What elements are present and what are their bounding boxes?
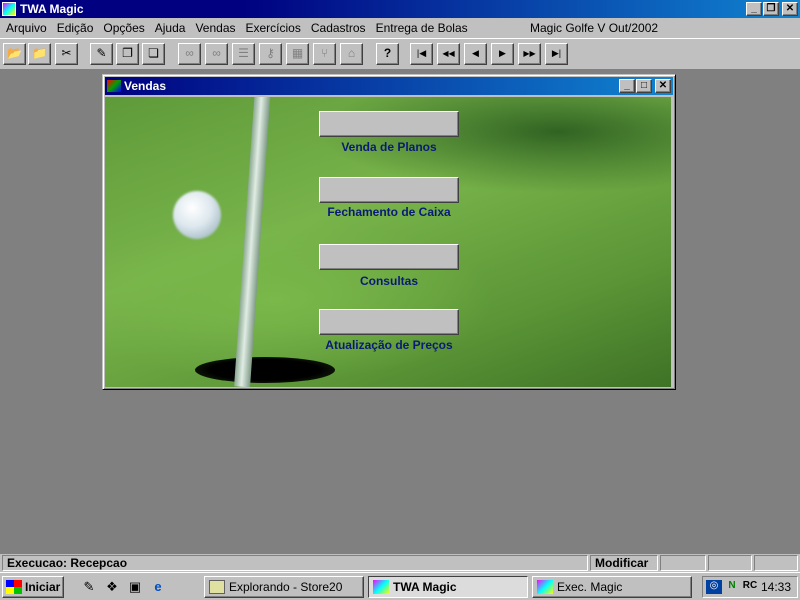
menu-bar: Arquivo Edição Opções Ajuda Vendas Exerc… xyxy=(0,18,800,38)
fechamento-de-caixa-button[interactable] xyxy=(319,177,459,203)
grid-icon[interactable]: ▦ xyxy=(286,43,309,65)
minimize-button[interactable]: _ xyxy=(746,2,762,16)
quick-launch-ie-icon[interactable]: e xyxy=(149,578,167,596)
menu-exercicios[interactable]: Exercícios xyxy=(246,21,301,35)
main-title-bar[interactable]: TWA Magic _ ❐ ✕ xyxy=(0,0,800,18)
consultas-button[interactable] xyxy=(319,244,459,270)
taskbar: Iniciar ✎ ❖ ▣ e Explorando - Store20 TWA… xyxy=(0,572,800,600)
menu-edicao[interactable]: Edição xyxy=(57,21,94,35)
windows-logo-icon xyxy=(6,580,22,594)
toolbar: 📂 📁 ✂ ✎ ❐ ❏ ∞ ∞ ☰ ⚷ ▦ ⑂ ⌂ ? |◀ ◀◀ ◀ ▶ ▶▶… xyxy=(0,38,800,70)
status-action: Modificar xyxy=(590,555,658,571)
quick-launch-notepad-icon[interactable]: ✎ xyxy=(80,578,98,596)
status-mode: Execucao: Recepcao xyxy=(2,555,588,571)
edit-icon[interactable]: ✎ xyxy=(90,43,113,65)
vendas-window: Vendas _ □ ✕ Venda de Planos Fechamento … xyxy=(102,74,676,390)
child-maximize-button[interactable]: □ xyxy=(636,79,652,93)
prev-page-icon[interactable]: ◀◀ xyxy=(437,43,460,65)
menu-ajuda[interactable]: Ajuda xyxy=(155,21,186,35)
task-label: Explorando - Store20 xyxy=(229,580,343,594)
start-label: Iniciar xyxy=(25,580,61,594)
golf-ball xyxy=(173,191,221,239)
app-title: TWA Magic xyxy=(20,2,84,16)
copy-icon[interactable]: ❐ xyxy=(116,43,139,65)
open-folder-icon[interactable]: 📂 xyxy=(3,43,26,65)
key-icon[interactable]: ⚷ xyxy=(259,43,282,65)
branch-icon[interactable]: ⑂ xyxy=(313,43,336,65)
child-minimize-button[interactable]: _ xyxy=(619,79,635,93)
child-close-button[interactable]: ✕ xyxy=(655,79,671,93)
atualizacao-de-precos-label: Atualização de Preços xyxy=(325,338,453,352)
golf-background-image: Venda de Planos Fechamento de Caixa Cons… xyxy=(105,97,671,387)
tray-n-icon[interactable]: N xyxy=(724,580,740,594)
clock: 14:33 xyxy=(760,580,791,594)
status-panel-3 xyxy=(660,555,706,571)
prev-record-icon[interactable]: ◀ xyxy=(464,43,487,65)
menu-opcoes[interactable]: Opções xyxy=(103,21,144,35)
task-label: Exec. Magic xyxy=(557,580,623,594)
golf-hole xyxy=(195,357,335,383)
twa-magic-icon xyxy=(373,580,389,594)
venda-de-planos-label: Venda de Planos xyxy=(341,140,437,154)
quick-launch-channel-icon[interactable]: ❖ xyxy=(103,578,121,596)
menu-entrega-de-bolas[interactable]: Entrega de Bolas xyxy=(376,21,468,35)
help-icon[interactable]: ? xyxy=(376,43,399,65)
binoculars-icon[interactable]: ∞ xyxy=(178,43,201,65)
quick-launch-desktop-icon[interactable]: ▣ xyxy=(126,578,144,596)
vendas-title: Vendas xyxy=(124,79,167,93)
task-explorando[interactable]: Explorando - Store20 xyxy=(204,576,364,598)
start-button[interactable]: Iniciar xyxy=(2,576,64,598)
menu-arquivo[interactable]: Arquivo xyxy=(6,21,47,35)
restore-button[interactable]: ❐ xyxy=(763,2,779,16)
tray-rc-icon[interactable]: RC xyxy=(742,580,758,594)
consultas-label: Consultas xyxy=(359,274,418,288)
explorer-icon xyxy=(209,580,225,594)
first-record-icon[interactable]: |◀ xyxy=(410,43,433,65)
last-record-icon[interactable]: ▶| xyxy=(545,43,568,65)
open-file-icon[interactable]: 📁 xyxy=(28,43,51,65)
exec-magic-icon xyxy=(537,580,553,594)
atualizacao-de-precos-button[interactable] xyxy=(319,309,459,335)
pages-icon[interactable]: ❏ xyxy=(142,43,165,65)
status-bar: Execucao: Recepcao Modificar xyxy=(0,554,800,572)
version-label: Magic Golfe V Out/2002 xyxy=(530,21,659,35)
fechamento-de-caixa-label: Fechamento de Caixa xyxy=(327,205,451,219)
task-exec-magic[interactable]: Exec. Magic xyxy=(532,576,692,598)
status-panel-4 xyxy=(708,555,752,571)
next-page-icon[interactable]: ▶▶ xyxy=(518,43,541,65)
list-icon[interactable]: ☰ xyxy=(232,43,255,65)
close-button[interactable]: ✕ xyxy=(782,2,798,16)
home-icon[interactable]: ⌂ xyxy=(340,43,363,65)
tray-network-icon[interactable]: ◎ xyxy=(706,580,722,594)
tools-icon[interactable]: ✂ xyxy=(55,43,78,65)
flag-pole xyxy=(234,97,271,387)
task-twa-magic[interactable]: TWA Magic xyxy=(368,576,528,598)
menu-cadastros[interactable]: Cadastros xyxy=(311,21,366,35)
status-panel-5 xyxy=(754,555,798,571)
task-label: TWA Magic xyxy=(393,580,457,594)
next-record-icon[interactable]: ▶ xyxy=(491,43,514,65)
system-tray: ◎ N RC 14:33 xyxy=(702,576,798,598)
venda-de-planos-button[interactable] xyxy=(319,111,459,137)
menu-vendas[interactable]: Vendas xyxy=(195,21,235,35)
window-icon[interactable] xyxy=(107,80,121,92)
app-icon[interactable] xyxy=(2,2,16,16)
vendas-title-bar[interactable]: Vendas _ □ ✕ xyxy=(105,77,673,95)
find-icon[interactable]: ∞ xyxy=(205,43,228,65)
